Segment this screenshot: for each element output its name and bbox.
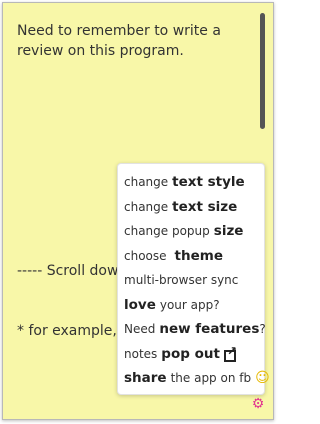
menu-item-lead: change: [124, 175, 169, 190]
menu-item-lead: choose: [124, 248, 167, 263]
settings-menu: change text style change text size chang…: [117, 163, 270, 395]
menu-item-strong: pop out: [161, 345, 220, 362]
menu-item-strong: love: [124, 296, 156, 313]
menu-item-choose-theme[interactable]: choose theme: [124, 244, 258, 269]
menu-item-lead: notes: [124, 346, 158, 361]
smiley-thumbs-up-icon: ☺: [255, 370, 270, 387]
menu-item-share-app[interactable]: share the app on fb ☺: [124, 366, 270, 391]
vertical-scrollbar[interactable]: [260, 13, 265, 129]
menu-item-lead: change popup: [124, 224, 210, 239]
gear-icon[interactable]: ⚙: [251, 397, 265, 411]
menu-item-change-popup-size[interactable]: change popup size: [124, 219, 258, 244]
menu-item-new-features[interactable]: Need new features ?: [124, 317, 266, 342]
menu-item-tail: ?: [259, 322, 266, 337]
menu-item-love-your-app[interactable]: love your app?: [124, 293, 258, 318]
menu-item-notes-pop-out[interactable]: notes pop out: [124, 342, 258, 367]
menu-item-lead: your app?: [159, 297, 220, 312]
menu-item-change-text-size[interactable]: change text size: [124, 195, 258, 220]
menu-item-strong: theme: [174, 247, 223, 264]
menu-item-lead: change: [124, 199, 169, 214]
menu-item-strong: size: [213, 223, 244, 240]
menu-item-multi-browser-sync[interactable]: multi-browser sync: [124, 268, 258, 293]
external-link-icon: [223, 344, 237, 362]
note-popup: Need to remember to write a review on th…: [2, 2, 274, 420]
menu-item-lead: multi-browser sync: [124, 273, 239, 288]
menu-item-strong: text style: [172, 174, 245, 191]
menu-item-strong: new features: [159, 321, 260, 338]
menu-item-change-text-style[interactable]: change text style: [124, 170, 258, 195]
menu-item-lead: Need: [124, 322, 156, 337]
menu-item-strong: text size: [172, 198, 238, 215]
menu-item-strong: share: [124, 370, 167, 387]
menu-item-lead: the app on fb: [170, 371, 252, 386]
